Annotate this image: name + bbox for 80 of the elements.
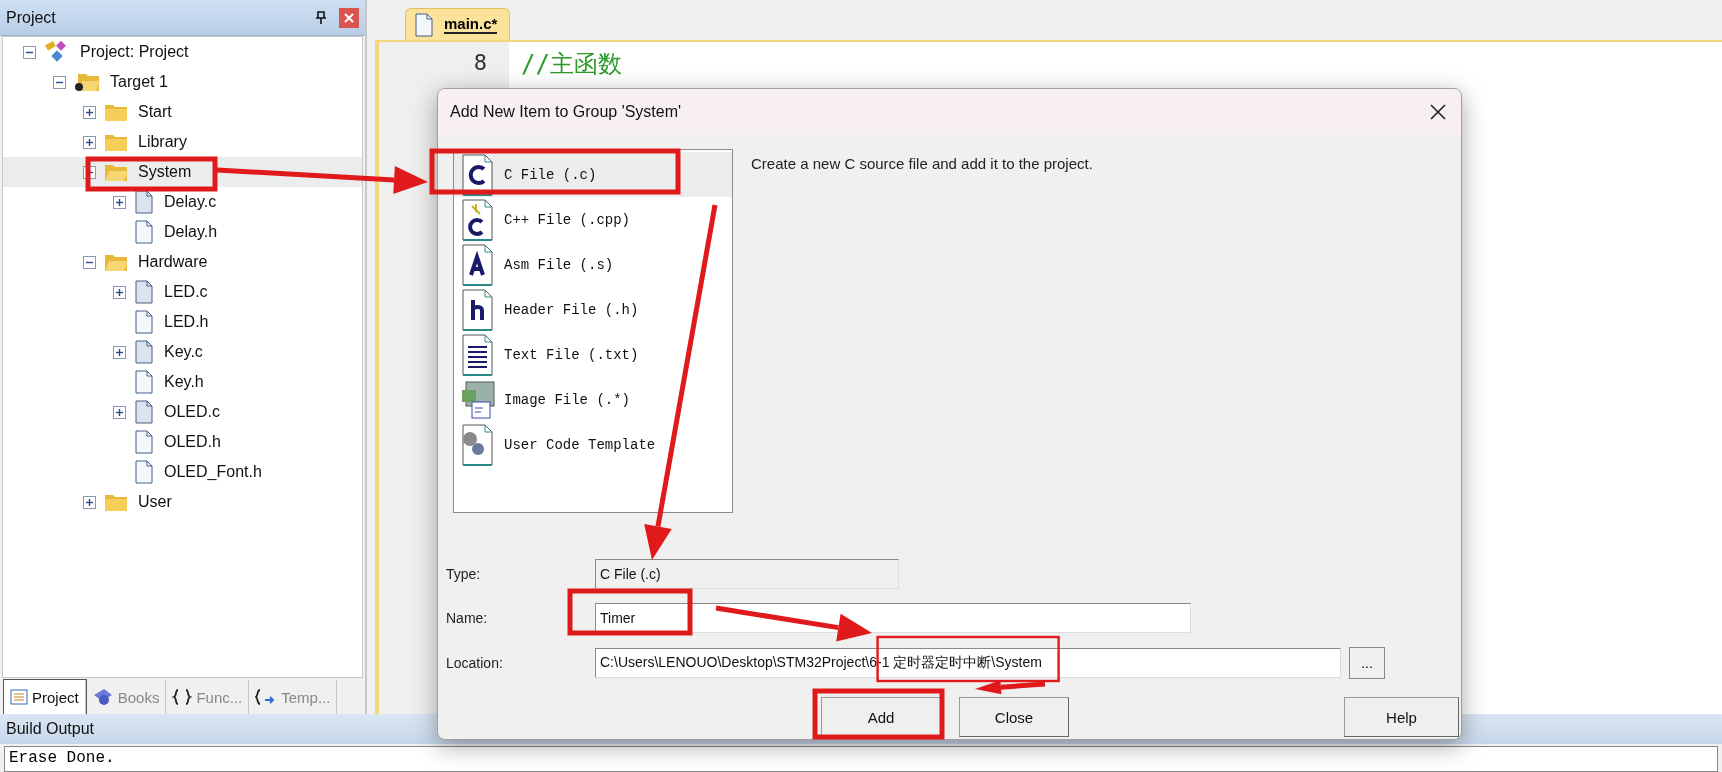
file-icon bbox=[134, 220, 154, 244]
tree-item[interactable]: User bbox=[136, 491, 174, 513]
tree-item[interactable]: Key.c bbox=[162, 341, 205, 363]
dialog-title: Add New Item to Group 'System' bbox=[450, 103, 683, 121]
expand-toggle[interactable] bbox=[113, 195, 126, 209]
expand-toggle[interactable] bbox=[113, 405, 126, 419]
list-icon bbox=[10, 689, 28, 705]
panel-title: Project bbox=[6, 8, 57, 27]
close-icon bbox=[344, 12, 354, 23]
open-folder-icon bbox=[104, 162, 128, 182]
file-icon bbox=[134, 340, 154, 364]
document-icon bbox=[460, 332, 496, 377]
expand-toggle[interactable] bbox=[83, 495, 96, 509]
tree-item[interactable]: OLED_Font.h bbox=[162, 461, 264, 483]
collapse-toggle[interactable] bbox=[23, 45, 36, 59]
plus-icon bbox=[115, 197, 124, 207]
file-icon bbox=[134, 190, 154, 214]
file-icon bbox=[134, 400, 154, 424]
output-text: Erase Done. bbox=[9, 748, 115, 769]
tree-item[interactable]: OLED.c bbox=[162, 401, 222, 423]
description-text: Create a new C source file and add it to the project. bbox=[751, 155, 1093, 174]
tree-item[interactable]: Target 1 bbox=[108, 71, 170, 93]
close-button[interactable] bbox=[339, 7, 359, 28]
panel-tab[interactable]: Project bbox=[4, 680, 86, 714]
plus-icon bbox=[85, 107, 94, 117]
file-icon bbox=[134, 310, 154, 334]
file-icon bbox=[414, 12, 434, 37]
type-field[interactable]: C File (.c) bbox=[595, 559, 899, 589]
tree-item[interactable]: Delay.h bbox=[162, 221, 220, 243]
close-icon bbox=[1430, 104, 1446, 120]
gears-file-icon bbox=[460, 422, 496, 467]
browse-button[interactable]: ... bbox=[1349, 647, 1385, 679]
plus-icon bbox=[115, 407, 124, 417]
plus-icon bbox=[115, 347, 124, 357]
tree-item[interactable]: Hardware bbox=[136, 251, 210, 273]
folder-icon bbox=[104, 492, 128, 512]
field-label: Name: bbox=[446, 610, 489, 626]
tree-item[interactable]: Delay.c bbox=[162, 191, 219, 213]
plus-icon bbox=[115, 287, 124, 297]
expand-toggle[interactable] bbox=[113, 345, 126, 359]
tree-item[interactable]: OLED.h bbox=[162, 431, 223, 453]
braces-icon bbox=[172, 688, 193, 706]
tree-item[interactable]: Key.h bbox=[162, 371, 206, 393]
folder-icon bbox=[104, 132, 128, 152]
field-label: Location: bbox=[446, 655, 504, 671]
tree-item[interactable]: Library bbox=[136, 131, 189, 153]
pin-icon bbox=[315, 10, 327, 25]
document-icon bbox=[460, 287, 496, 332]
arrow bbox=[975, 680, 1046, 695]
line-number: 8 bbox=[472, 50, 488, 77]
dialog-button[interactable]: Close bbox=[959, 697, 1069, 737]
file-icon bbox=[134, 430, 154, 454]
field-label: Type: bbox=[446, 566, 482, 582]
plus-icon bbox=[85, 497, 94, 507]
collapse-toggle[interactable] bbox=[53, 75, 66, 89]
editor-tab[interactable]: main.c* bbox=[405, 8, 511, 40]
tree-item[interactable]: LED.h bbox=[162, 311, 211, 333]
plus-icon bbox=[85, 137, 94, 147]
file-icon bbox=[134, 370, 154, 394]
document-icon bbox=[460, 197, 496, 242]
tree-item[interactable]: Project: Project bbox=[78, 41, 191, 63]
expand-toggle[interactable] bbox=[83, 135, 96, 149]
open-folder-icon bbox=[104, 252, 128, 272]
dialog-button[interactable]: Add bbox=[821, 697, 941, 737]
dialog-button[interactable]: Help bbox=[1344, 697, 1459, 737]
expand-toggle[interactable] bbox=[113, 285, 126, 299]
folder-icon bbox=[104, 102, 128, 122]
expand-toggle[interactable] bbox=[83, 105, 96, 119]
panel-title: Build Output bbox=[6, 720, 95, 738]
file-icon bbox=[134, 460, 154, 484]
tree-item[interactable]: System bbox=[136, 161, 194, 183]
document-icon bbox=[460, 152, 496, 197]
collapse-toggle[interactable] bbox=[83, 255, 96, 269]
target-folder-icon bbox=[74, 71, 100, 93]
code-comment: //主函数 bbox=[521, 49, 623, 78]
file-icon bbox=[134, 280, 154, 304]
tree-item[interactable]: LED.c bbox=[162, 281, 210, 303]
tree-item[interactable]: Start bbox=[136, 101, 174, 123]
document-icon bbox=[460, 242, 496, 287]
name-field[interactable]: Timer bbox=[595, 603, 1191, 633]
